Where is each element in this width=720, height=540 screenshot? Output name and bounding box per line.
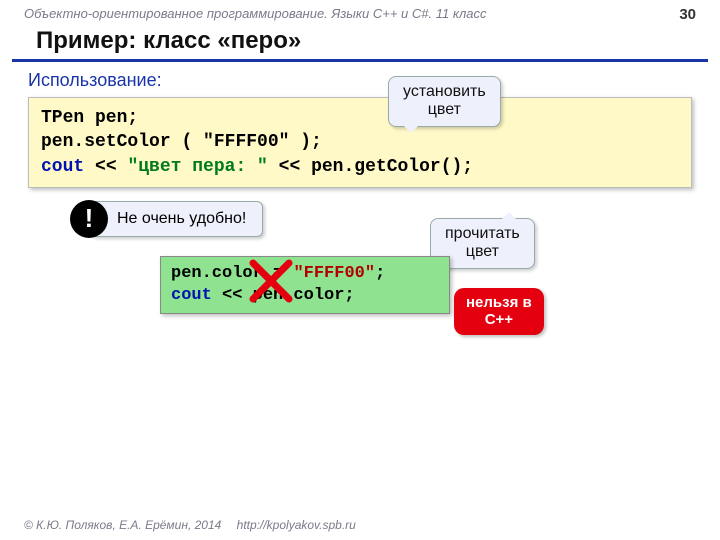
note-row: ! Не очень удобно! — [70, 200, 720, 238]
callout-set-color: установить цвет — [388, 76, 501, 127]
course-title: Объектно-ориентированное программировани… — [24, 6, 487, 23]
page-title: Пример: класс «перо» — [12, 25, 708, 62]
section-label: Использование: — [0, 70, 720, 97]
note-box: Не очень удобно! — [90, 201, 263, 237]
badge-forbidden: нельзя в C++ — [454, 288, 544, 335]
slide-header: Объектно-ориентированное программировани… — [0, 0, 720, 25]
footer-url: http://kpolyakov.spb.ru — [237, 518, 356, 532]
code-block-invalid: pen.color = "FFFF00"; cout << pen.color; — [160, 256, 450, 314]
copyright-text: © К.Ю. Поляков, Е.А. Ерёмин, 2014 — [24, 518, 221, 532]
page-number: 30 — [679, 6, 696, 23]
exclamation-icon: ! — [70, 200, 108, 238]
slide-footer: © К.Ю. Поляков, Е.А. Ерёмин, 2014 http:/… — [24, 518, 356, 532]
code-block-usage: TPen pen; pen.setColor ( "FFFF00" ); cou… — [28, 97, 692, 188]
